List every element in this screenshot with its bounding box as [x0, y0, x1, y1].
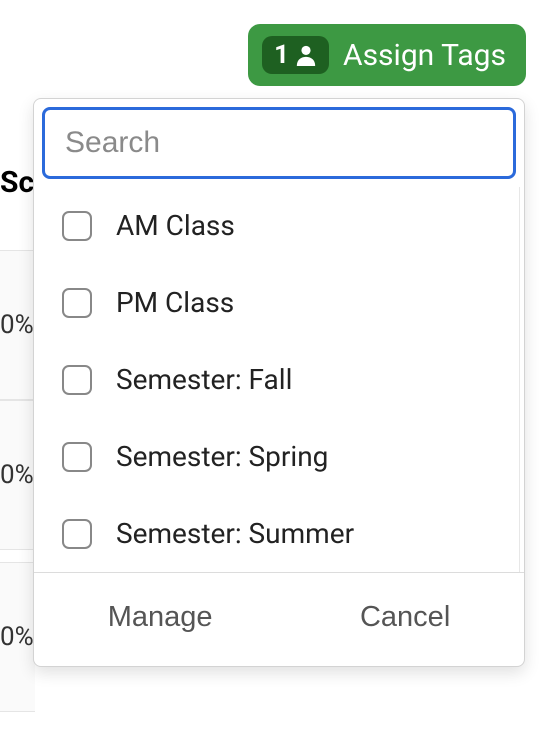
tag-list: AM Class PM Class Semester: Fall Semeste… [34, 187, 520, 572]
assign-tags-button[interactable]: 1 Assign Tags [248, 24, 526, 86]
tag-label: Semester: Summer [116, 517, 354, 550]
tag-row-am-class[interactable]: AM Class [34, 187, 519, 264]
person-icon [295, 43, 317, 67]
tag-checkbox[interactable] [62, 288, 92, 318]
selected-count: 1 [274, 40, 289, 70]
cancel-button[interactable]: Cancel [344, 595, 466, 640]
tag-label: Semester: Fall [116, 363, 292, 396]
tags-dropdown-panel: AM Class PM Class Semester: Fall Semeste… [33, 98, 525, 667]
tag-checkbox[interactable] [62, 211, 92, 241]
tag-checkbox[interactable] [62, 365, 92, 395]
tag-label: PM Class [116, 286, 234, 319]
background-row: 0% [0, 400, 35, 550]
tag-row-semester-fall[interactable]: Semester: Fall [34, 341, 519, 418]
percent-text: 0% [0, 310, 34, 340]
tag-row-semester-summer[interactable]: Semester: Summer [34, 495, 519, 572]
background-row: 0% [0, 250, 35, 400]
dropdown-footer: Manage Cancel [34, 572, 524, 666]
tag-label: Semester: Spring [116, 440, 328, 473]
tag-row-semester-spring[interactable]: Semester: Spring [34, 418, 519, 495]
tag-checkbox[interactable] [62, 519, 92, 549]
selected-count-badge: 1 [262, 36, 329, 74]
partial-heading-text: Sc [0, 165, 34, 200]
search-container [34, 99, 524, 187]
assign-tags-label: Assign Tags [343, 38, 506, 73]
tag-label: AM Class [116, 209, 235, 242]
background-row: 0% [0, 562, 35, 712]
percent-text: 0% [0, 460, 34, 490]
manage-button[interactable]: Manage [92, 595, 229, 640]
tag-checkbox[interactable] [62, 442, 92, 472]
percent-text: 0% [0, 622, 34, 652]
search-input[interactable] [42, 107, 516, 179]
tag-row-pm-class[interactable]: PM Class [34, 264, 519, 341]
header-toolbar: 1 Assign Tags [0, 0, 556, 86]
